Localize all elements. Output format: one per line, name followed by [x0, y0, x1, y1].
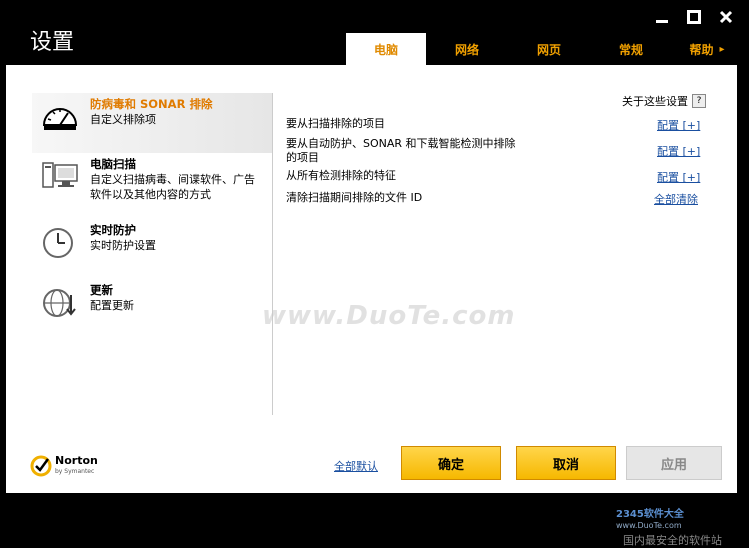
watermark-url: www.DuoTe.com [616, 521, 682, 530]
clear-all-link[interactable]: 全部清除 [654, 191, 698, 207]
setting-label: 要从扫描排除的项目 [286, 117, 385, 130]
setting-label: 从所有检测排除的特征 [286, 169, 396, 182]
minimize-icon[interactable] [653, 8, 671, 26]
norton-check-icon [30, 455, 52, 477]
clock-icon [43, 228, 73, 258]
sidebar-item-title: 电脑扫描 [90, 157, 136, 171]
tab-bar: 电脑 网络 网页 常规 帮助 ▸ [346, 33, 742, 65]
tab-general[interactable]: 常规 [590, 33, 672, 65]
sidebar-item-title: 更新 [90, 283, 113, 297]
sidebar-item-desc: 自定义扫描病毒、间谍软件、广告软件以及其他内容的方式 [90, 173, 255, 201]
maximize-icon[interactable] [685, 8, 703, 26]
watermark-brand: 2345软件大全 [616, 509, 684, 520]
setting-label: 清除扫描期间排除的文件 ID [286, 191, 423, 204]
setting-label: 要从自动防护、SONAR 和下载智能检测中排除的项目 [286, 137, 516, 164]
tab-label: 网络 [454, 42, 479, 57]
configure-scan-exclusions-link[interactable]: 配置 [+] [657, 117, 700, 133]
sidebar-item-title: 防病毒和 SONAR 排除 [90, 97, 213, 111]
sidebar-item-title: 实时防护 [90, 223, 136, 237]
tab-label: 电脑 [373, 42, 398, 57]
sidebar: 防病毒和 SONAR 排除 自定义排除项 电脑扫描 自定义扫描病毒、间谍软件、广… [32, 93, 273, 415]
speedometer-icon [42, 108, 78, 130]
computer-icon [42, 162, 78, 188]
settings-window: 设置 电脑 网络 网页 常规 帮助 ▸ 防病毒和 SONAR 排除 自定义排除项… [0, 0, 749, 547]
tab-label: 网页 [536, 42, 561, 57]
sidebar-item-av-exclusions[interactable]: 防病毒和 SONAR 排除 自定义排除项 [32, 93, 272, 153]
tab-web[interactable]: 网页 [508, 33, 590, 65]
watermark-tagline: 国内最安全的软件站 [623, 534, 722, 547]
about-settings: 关于这些设置 ? [622, 93, 706, 109]
restore-defaults-link[interactable]: 全部默认 [334, 458, 378, 474]
sidebar-item-realtime-protection[interactable]: 实时防护 实时防护设置 [32, 219, 272, 279]
tab-network[interactable]: 网络 [426, 33, 508, 65]
globe-update-icon [43, 289, 76, 317]
help-question-button[interactable]: ? [692, 94, 706, 108]
window-controls [653, 8, 735, 26]
cancel-button[interactable]: 取消 [516, 446, 616, 480]
norton-logo: Norton by Symantec [30, 455, 98, 477]
ok-button[interactable]: 确定 [401, 446, 501, 480]
configure-signature-exclusions-link[interactable]: 配置 [+] [657, 169, 700, 185]
sidebar-item-computer-scan[interactable]: 电脑扫描 自定义扫描病毒、间谍软件、广告软件以及其他内容的方式 [32, 153, 272, 219]
watermark-site: 2345软件大全 www.DuoTe.com [616, 505, 737, 531]
sidebar-item-updates[interactable]: 更新 配置更新 [32, 279, 272, 339]
logo-subtext: by Symantec [55, 468, 95, 475]
chevron-right-icon: ▸ [719, 43, 725, 55]
settings-panel: 防病毒和 SONAR 排除 自定义排除项 电脑扫描 自定义扫描病毒、间谍软件、广… [6, 65, 737, 547]
window-title: 设置 [30, 30, 75, 55]
title-bar: 设置 电脑 网络 网页 常规 帮助 ▸ [0, 0, 749, 65]
watermark-text: www.DuoTe.com [262, 301, 516, 331]
tab-help[interactable]: 帮助 ▸ [672, 33, 742, 65]
apply-button[interactable]: 应用 [626, 446, 722, 480]
sidebar-item-desc: 配置更新 [90, 299, 134, 312]
tab-label: 常规 [618, 42, 643, 57]
sidebar-item-desc: 实时防护设置 [90, 239, 156, 252]
tab-computer[interactable]: 电脑 [346, 33, 426, 65]
close-icon[interactable] [717, 8, 735, 26]
configure-autoprotect-exclusions-link[interactable]: 配置 [+] [657, 143, 700, 159]
tab-label: 帮助 [689, 42, 714, 57]
about-settings-label: 关于这些设置 [622, 95, 688, 108]
sidebar-item-desc: 自定义排除项 [90, 113, 156, 126]
